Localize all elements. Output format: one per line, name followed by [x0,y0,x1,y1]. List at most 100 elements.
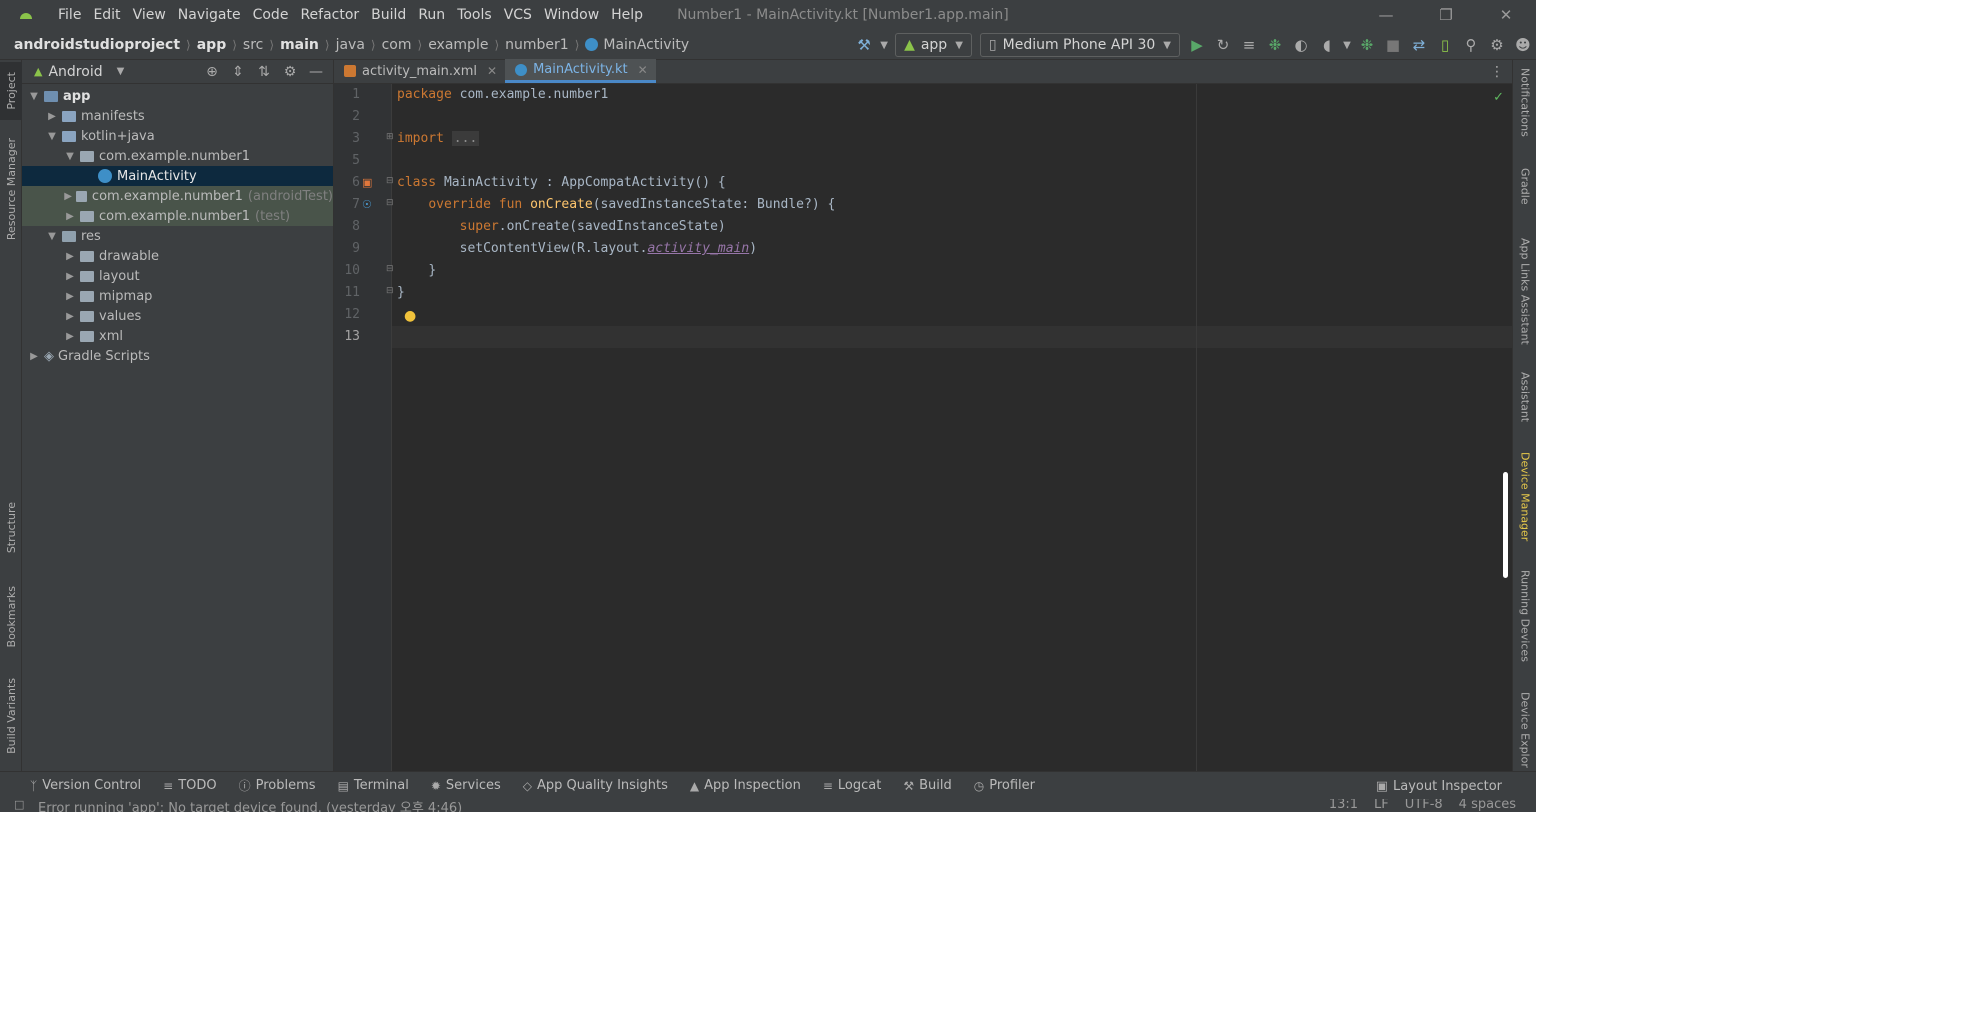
sync-gradle-icon[interactable]: ⇄ [1406,32,1432,58]
close-icon[interactable]: ✕ [487,64,497,78]
menu-vcs[interactable]: VCS [498,7,538,23]
tree-item[interactable]: ▶ mipmap [22,286,333,306]
tree-item-selected[interactable]: MainActivity [22,166,333,186]
chevron-down-icon[interactable]: ▼ [44,131,60,142]
apply-changes-icon[interactable]: ↻ [1210,32,1236,58]
gear-icon[interactable]: ⚙ [1484,32,1510,58]
menu-file[interactable]: File [52,7,87,23]
tool-app-quality-insights[interactable]: ◇ App Quality Insights [523,778,668,793]
chevron-right-icon[interactable]: ▶ [62,211,78,222]
menu-navigate[interactable]: Navigate [172,7,247,23]
tool-layout-inspector[interactable]: ▣ Layout Inspector [1376,772,1502,800]
chevron-right-icon[interactable]: ▶ [62,271,78,282]
coverage-icon[interactable]: ◖ [1314,32,1340,58]
collapse-all-icon[interactable]: ⇅ [251,64,277,80]
tool-tab-assistant[interactable]: Assistant [1513,372,1537,432]
chevron-right-icon[interactable]: ▶ [62,191,74,202]
menu-build[interactable]: Build [365,7,412,23]
breadcrumb-item[interactable]: main [280,37,319,53]
line-separator[interactable]: LF [1374,799,1389,812]
breadcrumb-item[interactable]: app [197,37,227,53]
tree-item[interactable]: ▶ com.example.number1 (test) [22,206,333,226]
device-manager-icon[interactable]: ▯ [1432,32,1458,58]
panel-toggle-icon[interactable]: □ [14,799,24,811]
tool-tab-resource-manager[interactable]: Resource Manager [0,130,22,248]
close-icon[interactable]: ✕ [638,63,648,77]
menu-tools[interactable]: Tools [451,7,498,23]
breadcrumb-item[interactable]: example [428,37,488,53]
expand-all-icon[interactable]: ⇕ [225,64,251,80]
tool-version-control[interactable]: ᛉ Version Control [30,778,141,793]
tool-tab-bookmarks[interactable]: Bookmarks [0,578,22,656]
menu-run[interactable]: Run [412,7,451,23]
tree-item[interactable]: ▼ app [22,86,333,106]
editor-scrollbar[interactable] [1503,472,1508,578]
more-options-icon[interactable]: ⋮ [1490,64,1504,80]
chevron-down-icon[interactable]: ▼ [62,151,78,162]
attach-debugger-icon[interactable]: ❉ [1354,32,1380,58]
tree-item[interactable]: ▶ ◈ Gradle Scripts [22,346,333,366]
breadcrumb-item[interactable]: androidstudioproject [14,37,180,53]
chevron-down-icon[interactable]: ▼ [1340,32,1354,58]
chevron-down-icon[interactable]: ▼ [26,91,42,102]
tool-tab-device-explorer[interactable]: Device Explor [1513,692,1537,772]
tree-item[interactable]: ▶ manifests [22,106,333,126]
code-reference-link[interactable]: activity_main [647,241,749,256]
folded-imports[interactable]: ... [451,131,480,146]
tool-app-inspection[interactable]: ▲ App Inspection [690,778,801,793]
stop-icon[interactable]: ■ [1380,32,1406,58]
chevron-right-icon[interactable]: ▶ [62,331,78,342]
chevron-down-icon[interactable]: ▼ [44,231,60,242]
tool-tab-notifications[interactable]: Notifications [1513,68,1537,148]
tree-item[interactable]: ▼ com.example.number1 [22,146,333,166]
tool-problems[interactable]: ⓘ Problems [239,777,316,794]
menu-edit[interactable]: Edit [87,7,126,23]
restore-icon[interactable]: ❐ [1416,0,1476,30]
locate-file-icon[interactable]: ⊕ [199,64,225,80]
hide-panel-icon[interactable]: — [303,64,329,80]
code-area[interactable]: package com.example.number1 import ... c… [392,84,1512,771]
tool-todo[interactable]: ≡ TODO [163,778,216,793]
menu-refactor[interactable]: Refactor [294,7,365,23]
menu-code[interactable]: Code [247,7,295,23]
file-encoding[interactable]: UTF-8 [1405,799,1443,812]
tree-item[interactable]: ▶ values [22,306,333,326]
chevron-down-icon[interactable]: ▼ [877,32,891,58]
menu-help[interactable]: Help [605,7,649,23]
device-select[interactable]: ▯ Medium Phone API 30 ▼ [979,33,1180,57]
minimize-icon[interactable]: — [1356,0,1416,30]
run-config-select[interactable]: ▲ app ▼ [895,33,972,57]
tool-profiler[interactable]: ◷ Profiler [974,778,1035,793]
tool-build[interactable]: ⚒ Build [903,778,951,793]
breadcrumb-item[interactable]: number1 [505,37,569,53]
build-hammer-icon[interactable]: ⚒ [851,32,877,58]
caret-position[interactable]: 13:1 [1329,799,1358,812]
tree-item[interactable]: ▶ layout [22,266,333,286]
breadcrumb-item[interactable]: src [243,37,263,53]
run-icon[interactable]: ▶ [1184,32,1210,58]
tool-logcat[interactable]: ≡ Logcat [823,778,882,793]
indent-setting[interactable]: 4 spaces [1459,799,1516,812]
tool-tab-gradle[interactable]: Gradle [1513,168,1537,218]
tool-tab-device-manager[interactable]: Device Manager [1513,452,1537,548]
tree-item[interactable]: ▶ xml [22,326,333,346]
override-method-gutter-icon[interactable]: ☉ [362,198,372,211]
tree-item[interactable]: ▼ kotlin+java [22,126,333,146]
chevron-right-icon[interactable]: ▶ [44,111,60,122]
android-activity-gutter-icon[interactable]: ▣ [362,176,372,189]
chevron-down-icon[interactable]: ▼ [117,66,125,77]
breadcrumb-item[interactable]: java [336,37,365,53]
tree-item[interactable]: ▶ drawable [22,246,333,266]
gear-icon[interactable]: ⚙ [277,64,303,80]
chevron-right-icon[interactable]: ▶ [62,251,78,262]
tab-main-activity-kt[interactable]: MainActivity.kt ✕ [505,59,656,83]
chevron-right-icon[interactable]: ▶ [26,351,42,362]
tool-terminal[interactable]: ▤ Terminal [338,778,409,793]
project-view-select[interactable]: Android [48,64,102,80]
tool-tab-app-links-assistant[interactable]: App Links Assistant [1513,238,1537,348]
status-message[interactable]: Error running 'app': No target device fo… [38,799,462,812]
account-icon[interactable]: ☻ [1510,32,1536,58]
apply-code-changes-icon[interactable]: ≡ [1236,32,1262,58]
tool-tab-build-variants[interactable]: Build Variants [0,670,22,762]
tree-item[interactable]: ▼ res [22,226,333,246]
